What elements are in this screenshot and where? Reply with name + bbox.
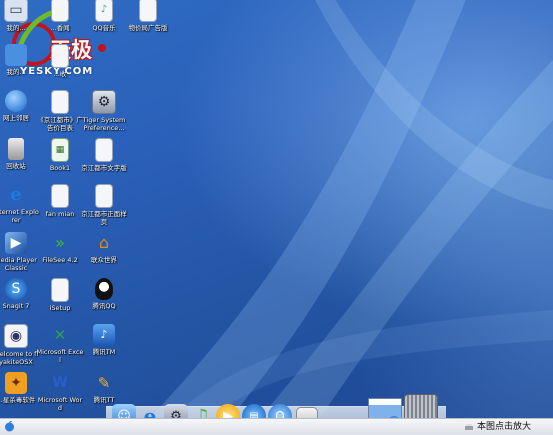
ie-icon: e bbox=[10, 184, 22, 205]
printer-icon[interactable] bbox=[464, 423, 474, 432]
enlarge-caption: 本图点击放大 bbox=[477, 422, 532, 432]
desktop-icon-19[interactable]: S Snagit 7 bbox=[0, 278, 40, 310]
document-icon bbox=[51, 0, 69, 22]
desktop-icon-label: Welcome to flyakiteOSX bbox=[0, 350, 39, 366]
desktop-icon-label: QQ音乐 bbox=[92, 24, 116, 32]
desktop-icon-label: 《京江都市》广告价目表 bbox=[37, 116, 83, 132]
desktop-icon-label: 京江都市正面样页 bbox=[81, 210, 127, 226]
desktop-icon-label: Internet Explorer bbox=[0, 208, 39, 224]
desktop-icon-26[interactable]: W Microsoft Word bbox=[36, 372, 84, 412]
desktop-icon-7[interactable]: 网上邻居 bbox=[0, 90, 40, 122]
desktop-icon-label: Microsoft Word bbox=[37, 396, 83, 412]
taskbar: 本图点击放大 bbox=[0, 418, 553, 435]
desktop-icon-8[interactable]: 《京江都市》广告价目表 bbox=[36, 90, 84, 132]
antivirus-icon: ✦ bbox=[5, 372, 27, 394]
desktop-icon-18[interactable]: ⌂ 联众世界 bbox=[80, 232, 128, 264]
apple-menu-icon[interactable] bbox=[4, 421, 15, 432]
document-icon bbox=[139, 0, 157, 22]
desktop-icon-label: 腾讯QQ bbox=[92, 302, 116, 310]
desktop-icon-12[interactable]: 京江都市文字版 bbox=[80, 138, 128, 172]
document-icon bbox=[51, 184, 69, 208]
network-icon bbox=[5, 90, 27, 112]
desktop-icon-27[interactable]: ✎ 腾讯TT bbox=[80, 372, 128, 404]
desktop-icon-label: 网上邻居 bbox=[3, 114, 29, 122]
desktop-icon-2[interactable]: ...香闻 bbox=[36, 0, 84, 32]
document-icon bbox=[95, 184, 113, 208]
desktop-icon-label: ...收 bbox=[53, 70, 67, 78]
desktop-icon-label: FileSee 4.2 bbox=[42, 256, 78, 264]
qq-icon bbox=[95, 278, 113, 300]
desktop-icon-17[interactable]: » FileSee 4.2 bbox=[36, 232, 84, 264]
settings-icon: ⚙ bbox=[92, 90, 116, 114]
document-icon bbox=[51, 278, 69, 302]
desktop-icon-25[interactable]: ✦ ...星杀毒软件 bbox=[0, 372, 40, 404]
document-icon bbox=[51, 44, 69, 68]
word-icon: W bbox=[52, 375, 68, 391]
desktop-icon-label: Media Player Classic bbox=[0, 256, 37, 272]
desktop-icon-label: 我的... bbox=[6, 68, 26, 76]
document-icon bbox=[51, 90, 69, 114]
desktop-icon-label: 腾讯TM bbox=[92, 348, 116, 356]
desktop-icon-label: ...香闻 bbox=[50, 24, 70, 32]
snagit-icon: S bbox=[5, 278, 27, 300]
desktop-icon-15[interactable]: 京江都市正面样页 bbox=[80, 184, 128, 226]
desktop-icon-9[interactable]: ⚙ Tiger System Preference... bbox=[80, 90, 128, 132]
desktop: 天极 YESKY.COM ▭ 我的... 我的... 网上邻居 回收站 e In… bbox=[0, 0, 553, 418]
filesee-icon: » bbox=[55, 233, 65, 252]
house-icon: ⌂ bbox=[98, 233, 110, 252]
desktop-icon-label: 我的... bbox=[6, 24, 26, 32]
desktop-icon-label: 联众世界 bbox=[91, 256, 117, 264]
desktop-icon-label: Microsoft Excel bbox=[36, 348, 84, 364]
desktop-icon-label: Tiger System Preference... bbox=[82, 116, 126, 132]
desktop-icon-label: ...星杀毒软件 bbox=[0, 396, 36, 404]
tt-icon: ✎ bbox=[97, 374, 111, 392]
desktop-icon-24[interactable]: ♪ 腾讯TM bbox=[80, 324, 128, 356]
desktop-icon-label: Snagit 7 bbox=[2, 302, 30, 310]
tm-icon: ♪ bbox=[93, 324, 115, 346]
desktop-icon-4[interactable]: 物价局广告版 bbox=[124, 0, 172, 32]
desktop-icon-16[interactable]: ▶ Media Player Classic bbox=[0, 232, 40, 272]
desktop-icon-23[interactable]: ✕ Microsoft Excel bbox=[36, 324, 84, 364]
excel-icon: ✕ bbox=[53, 326, 67, 344]
desktop-icon-label: 物价局广告版 bbox=[128, 24, 168, 32]
folder-icon bbox=[5, 44, 27, 66]
desktop-icon-label: fan mian bbox=[45, 210, 75, 218]
desktop-icon-13[interactable]: e Internet Explorer bbox=[0, 184, 40, 224]
desktop-icon-6[interactable]: ...收 bbox=[36, 44, 84, 78]
document-icon bbox=[95, 138, 113, 162]
desktop-icon-1[interactable]: ▭ 我的... bbox=[0, 0, 40, 32]
tray: 本图点击放大 bbox=[464, 419, 553, 435]
desktop-icon-20[interactable]: iSetup bbox=[36, 278, 84, 312]
welcome-icon: ◉ bbox=[4, 324, 28, 348]
desktop-icon-3[interactable]: ♪ QQ音乐 bbox=[80, 0, 128, 32]
desktop-icon-label: iSetup bbox=[49, 304, 71, 312]
computer-icon: ▭ bbox=[4, 0, 28, 22]
media-player-icon: ▶ bbox=[5, 232, 27, 254]
desktop-icon-14[interactable]: fan mian bbox=[36, 184, 84, 218]
desktop-icon-11[interactable]: ▦ Book1 bbox=[36, 138, 84, 172]
desktop-icon-10[interactable]: 回收站 bbox=[0, 138, 40, 170]
spreadsheet-icon: ▦ bbox=[51, 138, 69, 162]
music-icon: ♪ bbox=[95, 0, 113, 22]
desktop-icon-label: 京江都市文字版 bbox=[81, 164, 127, 172]
desktop-icon-label: Book1 bbox=[49, 164, 71, 172]
desktop-icon-5[interactable]: 我的... bbox=[0, 44, 40, 76]
desktop-icon-22[interactable]: ◉ Welcome to flyakiteOSX bbox=[0, 324, 40, 366]
desktop-icon-21[interactable]: 腾讯QQ bbox=[80, 278, 128, 310]
desktop-icon-label: 回收站 bbox=[6, 162, 26, 170]
trash-icon bbox=[8, 138, 24, 160]
